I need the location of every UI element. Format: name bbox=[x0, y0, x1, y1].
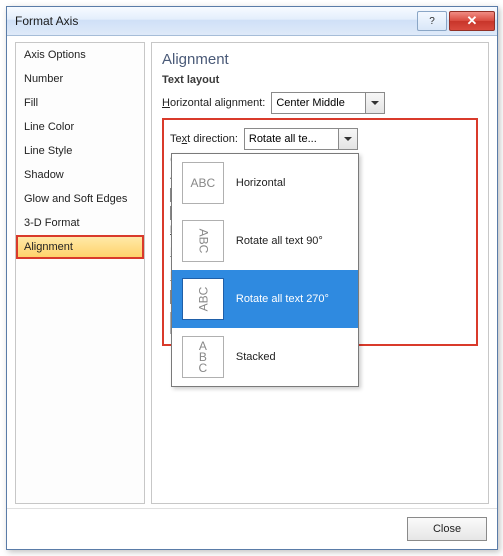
orientation-icon: ABC bbox=[182, 220, 224, 262]
h-align-combo[interactable]: Center Middle bbox=[271, 92, 385, 114]
dd-item-rotate-270[interactable]: ABC Rotate all text 270° bbox=[172, 270, 358, 328]
text-dir-value: Rotate all te... bbox=[245, 133, 338, 145]
orientation-icon: ABC bbox=[182, 278, 224, 320]
sidebar-item-shadow[interactable]: Shadow bbox=[16, 163, 144, 187]
dd-item-stacked[interactable]: ABC Stacked bbox=[172, 328, 358, 386]
dd-label: Rotate all text 270° bbox=[236, 293, 329, 305]
sidebar-item-axis-options[interactable]: Axis Options bbox=[16, 43, 144, 67]
sidebar-item-number[interactable]: Number bbox=[16, 67, 144, 91]
highlight-region: Text direction: Rotate all te... ABC Hor… bbox=[162, 118, 478, 346]
sidebar-item-glow[interactable]: Glow and Soft Edges bbox=[16, 187, 144, 211]
dialog-footer: Close bbox=[7, 508, 497, 549]
category-sidebar: Axis Options Number Fill Line Color Line… bbox=[15, 42, 145, 504]
titlebar[interactable]: Format Axis ? ✕ bbox=[7, 7, 497, 36]
sidebar-item-line-color[interactable]: Line Color bbox=[16, 115, 144, 139]
text-dir-label: Text direction: bbox=[170, 133, 238, 145]
dd-item-rotate-90[interactable]: ABC Rotate all text 90° bbox=[172, 212, 358, 270]
dd-label: Stacked bbox=[236, 351, 276, 363]
panel-heading: Alignment bbox=[162, 51, 478, 68]
h-align-value: Center Middle bbox=[272, 97, 365, 109]
window-title: Format Axis bbox=[15, 14, 415, 28]
sidebar-item-alignment[interactable]: Alignment bbox=[16, 235, 144, 259]
h-align-label: Horizontal alignment: bbox=[162, 97, 265, 109]
dialog-body: Axis Options Number Fill Line Color Line… bbox=[7, 36, 497, 508]
close-window-button[interactable]: ✕ bbox=[449, 11, 495, 31]
chevron-down-icon bbox=[338, 129, 357, 149]
orientation-icon: ABC bbox=[182, 336, 224, 378]
sidebar-item-3d-format[interactable]: 3-D Format bbox=[16, 211, 144, 235]
help-button[interactable]: ? bbox=[417, 11, 447, 31]
main-panel: Alignment Text layout Horizontal alignme… bbox=[151, 42, 489, 504]
sidebar-item-line-style[interactable]: Line Style bbox=[16, 139, 144, 163]
dd-label: Horizontal bbox=[236, 177, 286, 189]
chevron-down-icon bbox=[365, 93, 384, 113]
dd-label: Rotate all text 90° bbox=[236, 235, 323, 247]
text-layout-heading: Text layout bbox=[162, 74, 478, 86]
orientation-icon: ABC bbox=[182, 162, 224, 204]
text-dir-combo[interactable]: Rotate all te... ABC Horizontal ABC Rota… bbox=[244, 128, 358, 150]
dialog-window: Format Axis ? ✕ Axis Options Number Fill… bbox=[6, 6, 498, 550]
close-button[interactable]: Close bbox=[407, 517, 487, 541]
dd-item-horizontal[interactable]: ABC Horizontal bbox=[172, 154, 358, 212]
sidebar-item-fill[interactable]: Fill bbox=[16, 91, 144, 115]
text-direction-dropdown: ABC Horizontal ABC Rotate all text 90° A… bbox=[171, 153, 359, 387]
